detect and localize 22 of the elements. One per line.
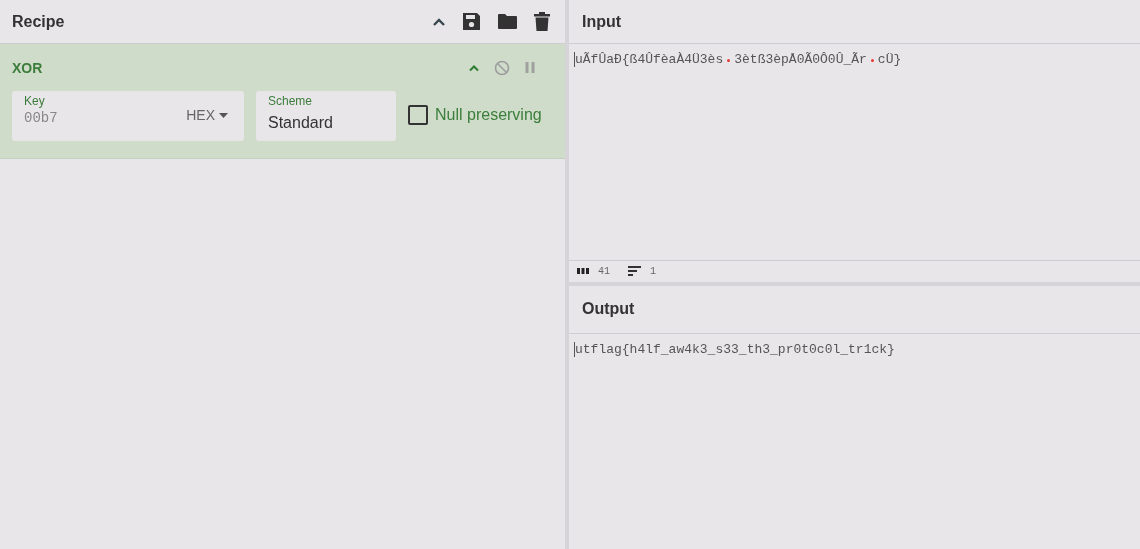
key-field[interactable]: Key 00b7 HEX: [12, 91, 244, 141]
line-count: 1: [650, 265, 657, 277]
checkbox-label: Null preserving: [435, 106, 542, 124]
recipe-title: Recipe: [12, 12, 65, 31]
format-dropdown[interactable]: HEX: [186, 107, 228, 123]
output-text: utflag{h4lf_aw4k3_s33_th3_pr0t0c0l_tr1ck}: [575, 341, 895, 358]
output-title: Output: [582, 300, 635, 318]
chevron-up-icon[interactable]: [468, 63, 480, 72]
length-count: 41: [598, 265, 610, 277]
control-char-icon: [727, 59, 731, 62]
input-title: Input: [582, 12, 622, 31]
caret-icon: [219, 112, 228, 118]
chevron-up-icon[interactable]: [432, 16, 446, 27]
operation-name: XOR: [12, 59, 43, 76]
scheme-dropdown[interactable]: Scheme Standard: [256, 91, 396, 141]
save-icon[interactable]: [462, 12, 481, 31]
trash-icon[interactable]: [534, 12, 550, 31]
checkbox[interactable]: [408, 105, 428, 125]
folder-icon[interactable]: [497, 13, 518, 30]
lines-icon: [628, 266, 641, 276]
input-text-area[interactable]: uÃfÛaÐ{ß4ÛfèaÀ4Ü3ès 3ètß3èpÅ0Ã0Ô0Û_Ãr cÜ}: [569, 44, 1140, 260]
control-char-icon: [870, 59, 874, 62]
